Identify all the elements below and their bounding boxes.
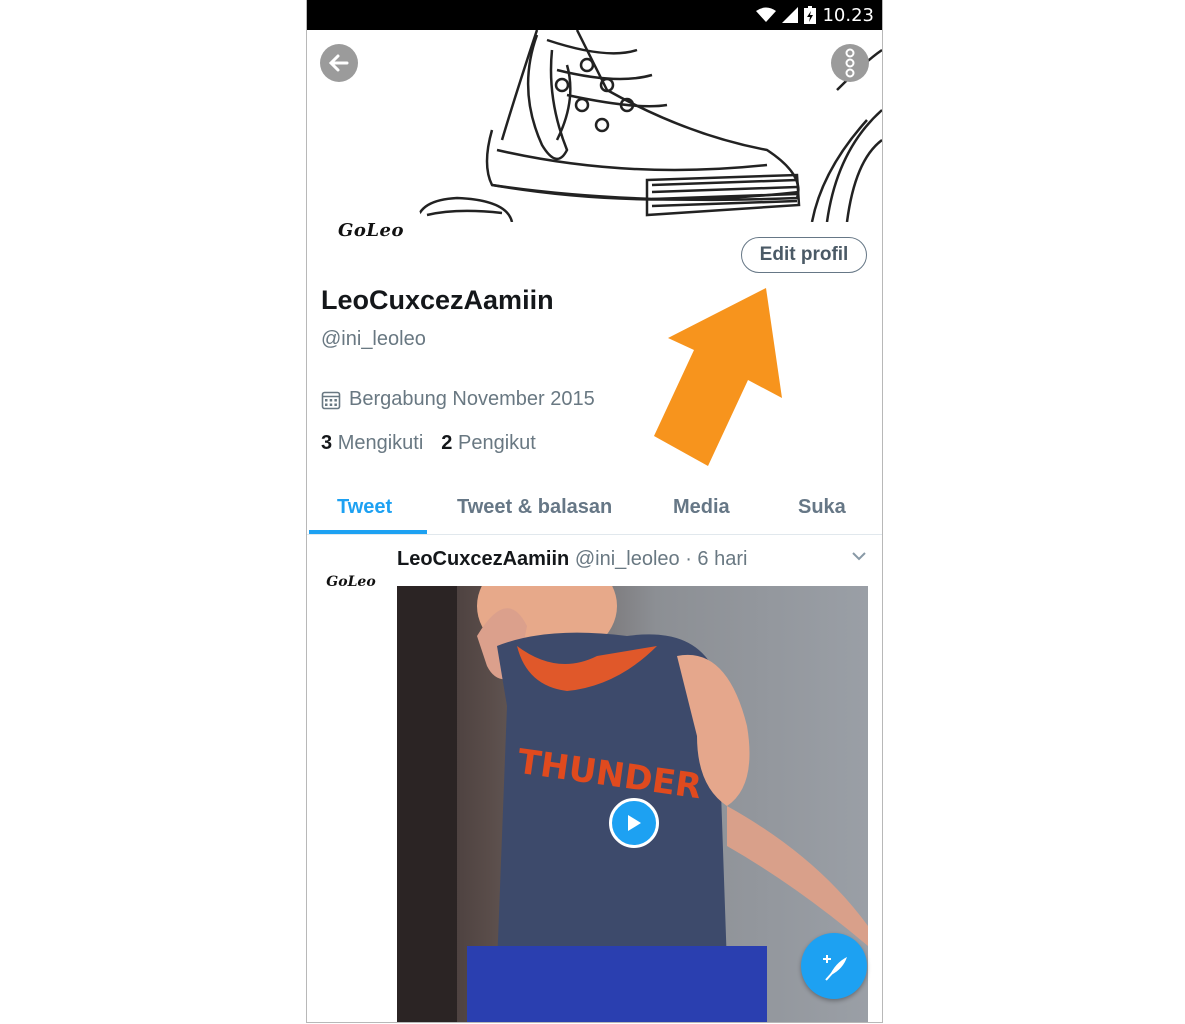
clock: 10.23 bbox=[822, 4, 874, 26]
annotation-arrow bbox=[654, 288, 782, 466]
avatar-logo-text: GoLeo bbox=[338, 219, 404, 241]
following-count: 3 bbox=[321, 432, 333, 454]
more-vertical-icon bbox=[845, 48, 855, 78]
tab-likes[interactable]: Suka bbox=[798, 496, 846, 519]
follow-stats: 3 Mengikuti 2 Pengikut bbox=[321, 432, 536, 455]
tweet-time: · 6 hari bbox=[685, 548, 748, 570]
profile-handle: @ini_leoleo bbox=[321, 328, 426, 350]
battery-icon bbox=[804, 6, 817, 24]
tab-media[interactable]: Media bbox=[673, 496, 730, 519]
profile-avatar[interactable]: GoLeo bbox=[319, 178, 423, 282]
more-options-button[interactable] bbox=[831, 44, 869, 82]
followers-link[interactable]: 2 Pengikut bbox=[441, 432, 536, 455]
following-label: Mengikuti bbox=[337, 432, 424, 454]
profile-tabs: Tweet Tweet & balasan Media Suka bbox=[307, 488, 882, 535]
active-tab-indicator bbox=[309, 530, 427, 534]
compose-tweet-button[interactable] bbox=[801, 933, 867, 999]
edit-profile-button[interactable]: Edit profil bbox=[741, 237, 867, 273]
tweet-author-handle: @ini_leoleo bbox=[574, 548, 680, 570]
followers-label: Pengikut bbox=[457, 432, 536, 454]
back-button[interactable] bbox=[320, 44, 358, 82]
followers-count: 2 bbox=[441, 432, 453, 454]
calendar-icon bbox=[321, 391, 341, 409]
profile-name: LeoCuxcezAamiin bbox=[321, 285, 554, 315]
feather-plus-icon bbox=[823, 955, 847, 981]
joined-text: Bergabung November 2015 bbox=[349, 388, 595, 410]
signal-icon bbox=[782, 7, 799, 23]
tweet-avatar-logo-text: GoLeo bbox=[326, 574, 376, 590]
chevron-down-icon[interactable] bbox=[851, 550, 867, 562]
tab-tweet[interactable]: Tweet bbox=[337, 496, 392, 519]
tweet-header: LeoCuxcezAamiin @ini_leoleo · 6 hari bbox=[397, 548, 747, 571]
play-button[interactable] bbox=[609, 798, 659, 848]
status-bar: 10.23 bbox=[307, 0, 882, 30]
tab-tweet-replies[interactable]: Tweet & balasan bbox=[457, 496, 612, 519]
play-icon bbox=[628, 815, 641, 831]
tweet-author-name[interactable]: LeoCuxcezAamiin bbox=[397, 548, 569, 570]
phone-screen: 10.23 GoLeo Edit profil LeoCuxcezAamiin … bbox=[306, 0, 883, 1023]
tweet-avatar[interactable]: GoLeo bbox=[319, 562, 383, 602]
following-link[interactable]: 3 Mengikuti bbox=[321, 432, 423, 455]
joined-date: Bergabung November 2015 bbox=[321, 388, 595, 411]
arrow-left-icon bbox=[328, 54, 349, 72]
wifi-icon bbox=[756, 7, 777, 22]
